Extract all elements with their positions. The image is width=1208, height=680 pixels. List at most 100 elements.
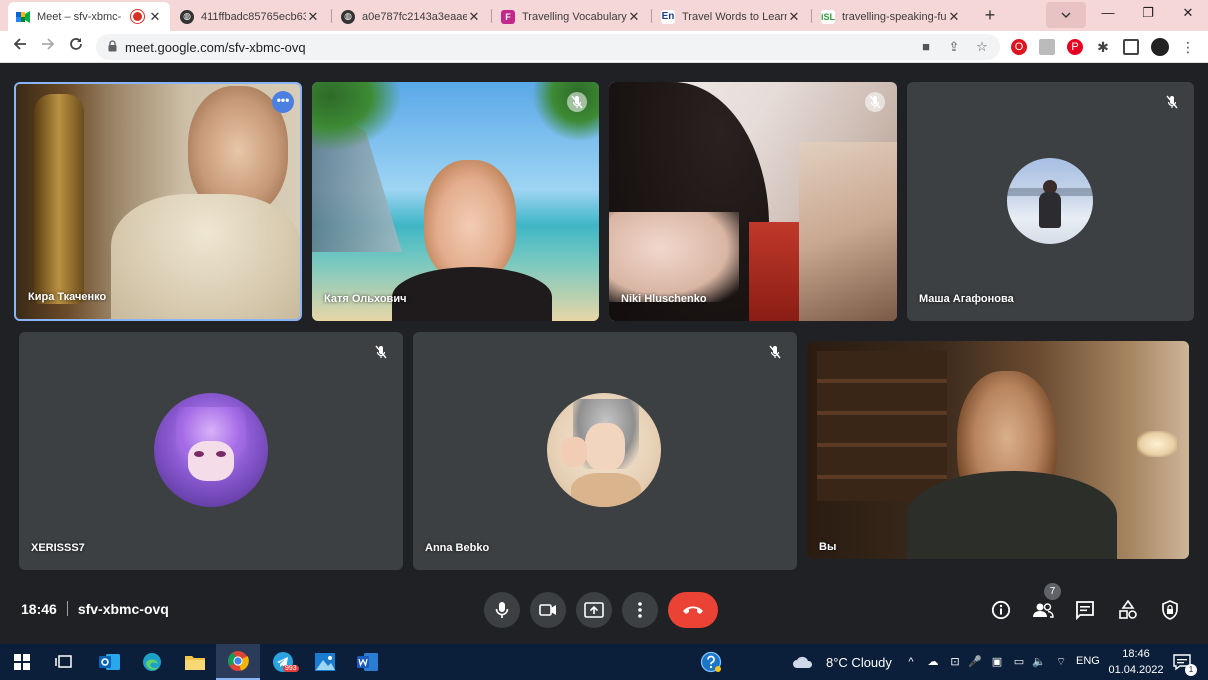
tab-3[interactable]: ◍ a0e787fc2143a3eaaec ✕ <box>333 2 489 31</box>
camera-in-use-icon[interactable]: ■ <box>918 39 934 55</box>
minimize-button[interactable]: — <box>1088 0 1128 28</box>
participant-tile[interactable]: Anna Bebko <box>413 332 797 570</box>
restore-button[interactable]: ❐ <box>1128 0 1168 28</box>
start-button[interactable] <box>0 644 44 680</box>
tab-title: Meet – sfv-xbmc- <box>37 10 122 23</box>
profile-avatar[interactable] <box>1151 38 1169 56</box>
chat-button[interactable] <box>1073 598 1097 622</box>
globe-icon: ◍ <box>341 9 355 24</box>
weather-text[interactable]: 8°C Cloudy <box>826 655 892 670</box>
puzzle-extensions-icon[interactable]: ✱ <box>1095 39 1111 55</box>
microphone-tray-icon[interactable]: 🎤 <box>968 655 982 669</box>
more-options-button[interactable] <box>622 592 658 628</box>
share-icon[interactable]: ⇪ <box>946 39 962 55</box>
participant-options-button[interactable]: ••• <box>272 91 294 113</box>
bookmark-star-icon[interactable]: ☆ <box>974 39 990 55</box>
participant-tile[interactable]: XERISSS7 <box>19 332 403 570</box>
leave-call-button[interactable] <box>668 592 718 628</box>
participant-tile[interactable]: Niki Hluschenko <box>609 82 897 321</box>
participant-tile[interactable]: Маша Агафонова <box>907 82 1194 321</box>
tab-divider <box>651 9 652 23</box>
taskbar-edge[interactable] <box>130 644 174 680</box>
tab-meet[interactable]: Meet – sfv-xbmc- ✕ <box>8 2 170 31</box>
close-tab-icon[interactable]: ✕ <box>148 9 162 25</box>
globe-icon: ◍ <box>180 9 194 24</box>
host-controls-button[interactable] <box>1158 598 1182 622</box>
camera-button[interactable] <box>530 592 566 628</box>
tab-divider <box>331 9 332 23</box>
participant-name: Катя Ольхович <box>324 293 407 305</box>
participant-name: Anna Bebko <box>425 542 490 554</box>
back-button[interactable] <box>10 37 30 57</box>
participant-count-badge: 7 <box>1044 583 1061 600</box>
taskbar-photos[interactable] <box>303 644 347 680</box>
tab-title: travelling-speaking-fu <box>842 10 947 23</box>
forward-button[interactable] <box>38 37 58 57</box>
meeting-details-button[interactable] <box>989 598 1013 622</box>
taskbar-outlook[interactable] <box>88 644 132 680</box>
meeting-code: sfv-xbmc-ovq <box>77 601 169 617</box>
activities-button[interactable] <box>1116 598 1140 622</box>
self-view-tile[interactable]: Вы <box>807 341 1189 559</box>
tab-5[interactable]: En Travel Words to Learn ✕ <box>653 2 809 31</box>
address-bar[interactable]: meet.google.com/sfv-xbmc-ovq ■ ⇪ ☆ <box>96 34 1000 60</box>
kebab-menu-icon <box>638 602 642 618</box>
notifications-button[interactable]: 1 <box>1164 644 1200 680</box>
isl-site-icon: iSL <box>821 9 836 24</box>
show-everyone-button[interactable] <box>1031 598 1055 622</box>
avatar <box>154 393 268 507</box>
shield-lock-icon <box>1162 600 1178 620</box>
taskbar-help[interactable] <box>689 644 733 680</box>
battery-icon[interactable]: ▭ <box>1012 655 1026 669</box>
tab-4[interactable]: F Travelling Vocabulary ✕ <box>493 2 649 31</box>
onedrive-cloud-icon[interactable]: ☁ <box>926 655 940 669</box>
meeting-time: 18:46 <box>21 601 57 617</box>
taskbar-file-explorer[interactable] <box>173 644 217 680</box>
microphone-button[interactable] <box>484 592 520 628</box>
tab-2[interactable]: ◍ 411ffbadc85765ecb63 ✕ <box>172 2 328 31</box>
task-view-button[interactable] <box>42 644 86 680</box>
participant-name: Niki Hluschenko <box>621 293 707 305</box>
tab-6[interactable]: iSL travelling-speaking-fu ✕ <box>813 2 969 31</box>
pinterest-icon[interactable]: P <box>1067 39 1083 55</box>
meet-controls-bar: 18:46 sfv-xbmc-ovq <box>0 580 1208 644</box>
present-screen-button[interactable] <box>576 592 612 628</box>
close-window-button[interactable]: ✕ <box>1168 0 1208 28</box>
chrome-icon <box>228 651 249 671</box>
weather-widget[interactable] <box>788 644 818 680</box>
flashcard-app-icon: F <box>501 9 515 24</box>
url-text: meet.google.com/sfv-xbmc-ovq <box>125 40 306 55</box>
extension-icon[interactable] <box>1039 39 1055 55</box>
side-panel-icon[interactable] <box>1123 39 1139 55</box>
chat-icon <box>1076 601 1094 620</box>
network-icon[interactable]: ⌔ <box>1054 655 1068 669</box>
language-indicator[interactable]: ENG <box>1076 655 1100 667</box>
word-icon <box>357 653 378 671</box>
display-tray-icon[interactable]: ▣ <box>990 655 1004 669</box>
video-feed <box>392 267 552 321</box>
volume-icon[interactable]: 🔈 <box>1032 655 1046 669</box>
clock-date[interactable]: 01.04.2022 <box>1106 664 1166 676</box>
kebab-menu-icon[interactable]: ⋮ <box>1180 39 1196 55</box>
close-tab-icon[interactable]: ✕ <box>787 9 801 25</box>
close-tab-icon[interactable]: ✕ <box>947 9 961 25</box>
participant-name: XERISSS7 <box>31 542 85 554</box>
close-tab-icon[interactable]: ✕ <box>467 9 481 25</box>
opera-extension-icon[interactable]: O <box>1011 39 1027 55</box>
cloud-icon <box>793 656 813 668</box>
close-tab-icon[interactable]: ✕ <box>306 9 320 25</box>
taskbar-telegram[interactable]: 993 <box>261 644 305 680</box>
reload-button[interactable] <box>66 37 86 57</box>
telegram-badge: 993 <box>283 665 299 672</box>
usb-device-icon[interactable]: ⊡ <box>948 655 962 669</box>
participant-tile[interactable]: Катя Ольхович <box>312 82 599 321</box>
participant-name: Кира Ткаченко <box>28 291 107 303</box>
close-tab-icon[interactable]: ✕ <box>627 9 641 25</box>
tab-search-button[interactable] <box>1046 2 1086 28</box>
new-tab-button[interactable]: + <box>980 5 1000 25</box>
show-hidden-icons-icon[interactable]: ^ <box>904 655 918 669</box>
taskbar-word[interactable] <box>346 644 390 680</box>
clock-time[interactable]: 18:46 <box>1114 648 1158 660</box>
taskbar-chrome[interactable] <box>216 644 260 680</box>
participant-tile[interactable]: ••• Кира Ткаченко <box>14 82 302 321</box>
